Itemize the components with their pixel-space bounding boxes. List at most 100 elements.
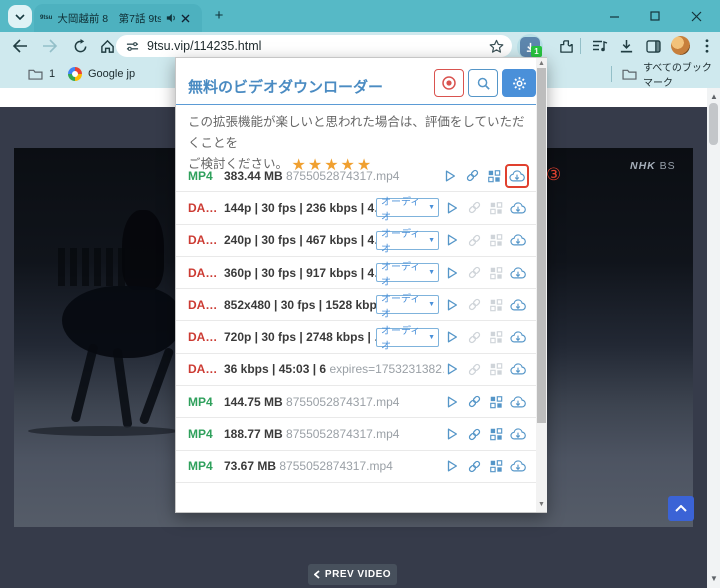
link-icon[interactable] bbox=[466, 426, 482, 442]
play-icon[interactable] bbox=[444, 232, 460, 248]
new-tab-button[interactable]: + bbox=[210, 7, 228, 25]
download-row: DA… 360p | 30 fps | 917 kbps | 4… オーディオ▼ bbox=[176, 257, 536, 289]
side-panel-icon[interactable] bbox=[643, 36, 663, 56]
popup-scrollbar-thumb[interactable] bbox=[537, 68, 546, 423]
scene-fence bbox=[94, 248, 101, 286]
grid-icon[interactable] bbox=[488, 458, 504, 474]
play-icon[interactable] bbox=[444, 329, 460, 345]
tab-audio-icon[interactable] bbox=[166, 13, 176, 23]
cloud-download-icon[interactable] bbox=[510, 426, 526, 442]
settings-button[interactable] bbox=[502, 69, 536, 97]
audio-select[interactable]: オーディオ▼ bbox=[376, 328, 439, 347]
download-row: MP4 144.75 MB 8755052874317.mp4 bbox=[176, 386, 536, 418]
window-maximize-button[interactable] bbox=[647, 8, 663, 24]
scroll-up-arrow-icon[interactable]: ▲ bbox=[538, 60, 545, 68]
link-icon[interactable] bbox=[466, 458, 482, 474]
cloud-download-icon[interactable] bbox=[510, 232, 526, 248]
bookmark-google-label: Google jp bbox=[88, 68, 135, 80]
bookmark-folder-label: 1 bbox=[49, 68, 55, 80]
record-icon bbox=[441, 75, 457, 91]
address-bar[interactable]: 9tsu.vip/114235.html bbox=[116, 35, 512, 57]
play-icon[interactable] bbox=[444, 297, 460, 313]
audio-select[interactable]: オーディオ▼ bbox=[376, 295, 439, 314]
reload-icon[interactable] bbox=[70, 36, 90, 56]
chevron-down-icon: ▼ bbox=[428, 204, 435, 211]
cloud-download-icon[interactable] bbox=[510, 361, 526, 377]
link-icon[interactable] bbox=[466, 394, 482, 410]
play-icon[interactable] bbox=[442, 168, 458, 184]
play-icon[interactable] bbox=[444, 394, 460, 410]
grid-icon[interactable] bbox=[488, 394, 504, 410]
scroll-to-top-button[interactable] bbox=[668, 496, 694, 521]
format-badge: DA… bbox=[188, 362, 224, 376]
profile-avatar[interactable] bbox=[671, 36, 690, 55]
active-tab[interactable]: 9tsu 大岡越前 8 第7話 9tsu Da bbox=[34, 4, 202, 32]
url-text[interactable]: 9tsu.vip/114235.html bbox=[147, 39, 489, 53]
download-list: MP4 383.44 MB 8755052874317.mp4 DA… 144p… bbox=[176, 160, 536, 483]
grid-icon[interactable] bbox=[486, 168, 502, 184]
page-scrollbar[interactable]: ▲ ▼ bbox=[707, 88, 720, 588]
scroll-up-arrow-icon[interactable]: ▲ bbox=[710, 93, 718, 101]
downloads-icon[interactable] bbox=[616, 36, 636, 56]
popup-scrollbar[interactable]: ▲ ▼ bbox=[536, 58, 547, 512]
all-bookmarks-label: すべてのブックマーク bbox=[643, 59, 720, 89]
link-icon[interactable] bbox=[464, 168, 480, 184]
toolbar-separator bbox=[580, 38, 581, 54]
scroll-down-arrow-icon[interactable]: ▼ bbox=[538, 501, 545, 509]
scene-fence bbox=[106, 248, 113, 286]
download-row: MP4 73.67 MB 8755052874317.mp4 bbox=[176, 451, 536, 483]
media-controls-icon[interactable] bbox=[590, 36, 610, 56]
cloud-download-icon[interactable] bbox=[510, 329, 526, 345]
extension-badge: 1 bbox=[531, 46, 542, 57]
forward-icon[interactable] bbox=[40, 36, 60, 56]
bookmark-google-jp[interactable]: Google jp bbox=[68, 64, 135, 84]
play-icon[interactable] bbox=[444, 426, 460, 442]
scene-ground-shadow bbox=[28, 426, 178, 436]
record-button[interactable] bbox=[434, 69, 464, 97]
cloud-download-icon[interactable] bbox=[509, 168, 525, 184]
home-icon[interactable] bbox=[97, 36, 117, 56]
menu-dots-icon[interactable] bbox=[697, 36, 717, 56]
cloud-download-icon[interactable] bbox=[510, 265, 526, 281]
format-badge: DA… bbox=[188, 233, 224, 247]
audio-select[interactable]: オーディオ▼ bbox=[376, 231, 439, 250]
link-icon bbox=[466, 361, 482, 377]
bookmark-folder-1[interactable]: 1 bbox=[28, 64, 55, 84]
site-info-icon[interactable] bbox=[126, 40, 139, 53]
audio-select[interactable]: オーディオ▼ bbox=[376, 263, 439, 282]
scene-horse-silhouette bbox=[62, 286, 180, 358]
link-icon bbox=[466, 329, 482, 345]
folder-icon bbox=[622, 68, 637, 80]
cloud-download-icon[interactable] bbox=[510, 297, 526, 313]
cloud-download-icon[interactable] bbox=[510, 394, 526, 410]
audio-select[interactable]: オーディオ▼ bbox=[376, 198, 439, 217]
folder-icon bbox=[28, 68, 43, 80]
window-close-button[interactable] bbox=[688, 8, 704, 24]
chevron-down-icon: ▼ bbox=[428, 301, 435, 308]
bookmark-star-icon[interactable] bbox=[489, 39, 504, 54]
play-icon[interactable] bbox=[444, 458, 460, 474]
grid-icon bbox=[488, 297, 504, 313]
all-bookmarks[interactable]: すべてのブックマーク bbox=[622, 64, 720, 84]
prev-video-label: PREV VIDEO bbox=[325, 569, 391, 580]
download-row: MP4 188.77 MB 8755052874317.mp4 bbox=[176, 418, 536, 450]
extensions-puzzle-icon[interactable] bbox=[556, 36, 576, 56]
browser-window: 9tsu 大岡越前 8 第7話 9tsu Da + 9tsu.vip/11423… bbox=[0, 0, 720, 588]
page-scrollbar-thumb[interactable] bbox=[709, 103, 718, 145]
search-button[interactable] bbox=[468, 69, 498, 97]
window-minimize-button[interactable] bbox=[606, 8, 622, 24]
format-badge: MP4 bbox=[188, 427, 224, 441]
scroll-down-arrow-icon[interactable]: ▼ bbox=[710, 575, 718, 583]
grid-icon[interactable] bbox=[488, 426, 504, 442]
back-icon[interactable] bbox=[10, 36, 30, 56]
chevron-left-icon bbox=[314, 570, 320, 579]
play-icon[interactable] bbox=[444, 361, 460, 377]
download-row: DA… 720p | 30 fps | 2748 kbps | … オーディオ▼ bbox=[176, 321, 536, 353]
tab-close-icon[interactable] bbox=[181, 14, 190, 23]
cloud-download-icon[interactable] bbox=[510, 200, 526, 216]
tab-search-chevron-icon[interactable] bbox=[8, 5, 32, 28]
play-icon[interactable] bbox=[444, 200, 460, 216]
prev-video-button[interactable]: PREV VIDEO bbox=[308, 564, 397, 585]
cloud-download-icon[interactable] bbox=[510, 458, 526, 474]
play-icon[interactable] bbox=[444, 265, 460, 281]
